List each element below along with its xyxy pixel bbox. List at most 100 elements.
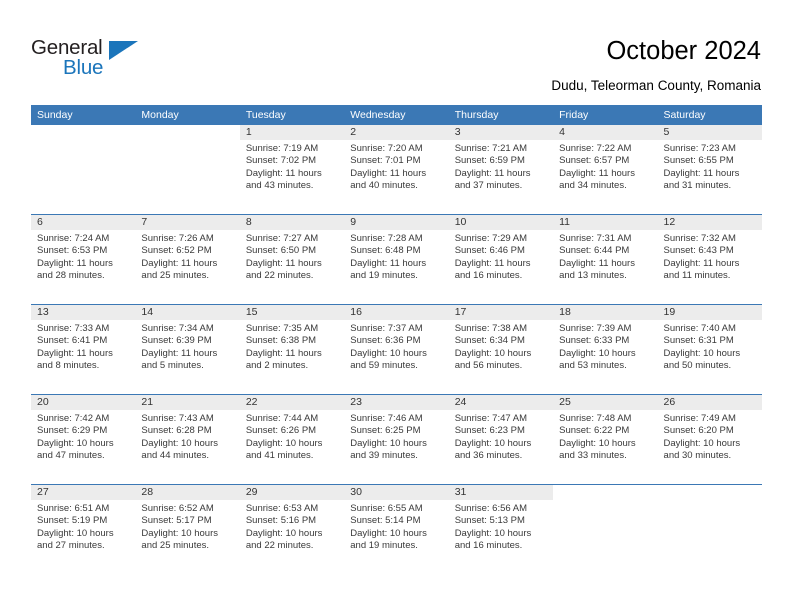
daylight-duration-line1: Daylight: 10 hours bbox=[454, 347, 532, 359]
daylight-duration-line2: and 8 minutes. bbox=[37, 360, 100, 372]
day-cell-inner: 30 Sunrise: 6:55 AM Sunset: 5:14 PM Dayligh… bbox=[344, 485, 449, 574]
calendar-day-cell[interactable]: 20 Sunrise: 7:42 AM Sunset: 6:29 PM Dayligh… bbox=[31, 394, 136, 485]
calendar-day-cell[interactable]: 26 Sunrise: 7:49 AM Sunset: 6:20 PM Dayligh… bbox=[657, 394, 762, 485]
day-number: 3 bbox=[448, 125, 554, 140]
day-cell-inner: 11 Sunrise: 7:31 AM Sunset: 6:44 PM Dayligh… bbox=[553, 215, 658, 304]
page-subtitle-location: Dudu, Teleorman County, Romania bbox=[551, 78, 761, 93]
daylight-duration-line2: and 27 minutes. bbox=[37, 540, 105, 552]
sunrise-time: Sunrise: 6:56 AM bbox=[454, 503, 528, 514]
day-number: 4 bbox=[553, 125, 658, 140]
calendar-day-cell[interactable]: 21 Sunrise: 7:43 AM Sunset: 6:28 PM Dayligh… bbox=[135, 394, 240, 485]
day-number: 5 bbox=[657, 125, 762, 140]
calendar-day-cell[interactable]: 6 Sunrise: 7:24 AM Sunset: 6:53 PM Daylight… bbox=[31, 214, 136, 305]
sunrise-time: Sunrise: 6:53 AM bbox=[245, 503, 319, 514]
calendar-day-cell[interactable]: 23 Sunrise: 7:46 AM Sunset: 6:25 PM Dayligh… bbox=[344, 394, 449, 485]
calendar-day-cell[interactable]: 2 Sunrise: 7:20 AM Sunset: 7:01 PM Daylight… bbox=[344, 125, 449, 215]
daylight-duration-line1: Daylight: 10 hours bbox=[559, 347, 636, 359]
daylight-duration-line2: and 33 minutes. bbox=[559, 450, 627, 462]
calendar-day-cell[interactable]: 5 Sunrise: 7:23 AM Sunset: 6:55 PM Daylight… bbox=[657, 125, 762, 215]
sunset-time: Sunset: 6:25 PM bbox=[350, 425, 421, 437]
sunset-time: Sunset: 6:26 PM bbox=[245, 425, 317, 437]
calendar-day-cell[interactable]: 10 Sunrise: 7:29 AM Sunset: 6:46 PM Dayligh… bbox=[448, 214, 554, 305]
daylight-duration-line1: Daylight: 10 hours bbox=[454, 527, 532, 539]
calendar-day-cell[interactable]: 9 Sunrise: 7:28 AM Sunset: 6:48 PM Daylight… bbox=[344, 214, 449, 305]
calendar-day-cell[interactable]: 14 Sunrise: 7:34 AM Sunset: 6:39 PM Dayligh… bbox=[135, 304, 240, 395]
calendar-day-cell[interactable]: 17 Sunrise: 7:38 AM Sunset: 6:34 PM Dayligh… bbox=[448, 304, 554, 395]
daylight-duration-line1: Daylight: 11 hours bbox=[350, 257, 427, 269]
day-sun-info: Sunrise: 6:56 AM Sunset: 5:13 PM Daylight:… bbox=[449, 500, 553, 553]
day-cell-inner: 12 Sunrise: 7:32 AM Sunset: 6:43 PM Dayligh… bbox=[657, 215, 762, 304]
day-sun-info: Sunrise: 6:55 AM Sunset: 5:14 PM Daylight:… bbox=[344, 500, 448, 553]
calendar-day-cell[interactable]: 22 Sunrise: 7:44 AM Sunset: 6:26 PM Dayligh… bbox=[239, 394, 345, 485]
page-title: October 2024 bbox=[606, 37, 761, 65]
day-cell-inner: 5 Sunrise: 7:23 AM Sunset: 6:55 PM Daylight… bbox=[657, 125, 762, 214]
sunset-time: Sunset: 6:28 PM bbox=[141, 425, 212, 437]
calendar-day-cell[interactable]: 29 Sunrise: 6:53 AM Sunset: 5:16 PM Dayligh… bbox=[239, 484, 345, 574]
daylight-duration-line2: and 13 minutes. bbox=[559, 270, 627, 282]
day-number: 17 bbox=[448, 305, 554, 320]
day-number: 23 bbox=[344, 395, 449, 410]
day-number: 16 bbox=[344, 305, 449, 320]
daylight-duration-line1: Daylight: 10 hours bbox=[37, 437, 114, 449]
daylight-duration-line1: Daylight: 11 hours bbox=[245, 257, 322, 269]
daylight-duration-line1: Daylight: 11 hours bbox=[454, 167, 531, 179]
daylight-duration-line1: Daylight: 10 hours bbox=[245, 437, 323, 449]
calendar-day-cell[interactable]: 19 Sunrise: 7:40 AM Sunset: 6:31 PM Dayligh… bbox=[657, 304, 762, 395]
daylight-duration-line1: Daylight: 11 hours bbox=[350, 167, 427, 179]
calendar-day-cell[interactable]: 24 Sunrise: 7:47 AM Sunset: 6:23 PM Dayligh… bbox=[448, 394, 554, 485]
calendar-day-cell[interactable]: 3 Sunrise: 7:21 AM Sunset: 6:59 PM Daylight… bbox=[448, 125, 554, 215]
day-number: 22 bbox=[239, 395, 345, 410]
calendar-day-cell[interactable]: 30 Sunrise: 6:55 AM Sunset: 5:14 PM Dayligh… bbox=[344, 484, 449, 574]
day-sun-info: Sunrise: 7:20 AM Sunset: 7:01 PM Daylight:… bbox=[344, 140, 448, 193]
calendar-day-cell[interactable]: 25 Sunrise: 7:48 AM Sunset: 6:22 PM Dayligh… bbox=[553, 394, 658, 485]
day-number: 26 bbox=[657, 395, 762, 410]
sunset-time: Sunset: 6:31 PM bbox=[663, 335, 734, 347]
sunrise-time: Sunrise: 7:20 AM bbox=[350, 143, 423, 154]
calendar-day-cell[interactable]: 4 Sunrise: 7:22 AM Sunset: 6:57 PM Daylight… bbox=[553, 125, 658, 215]
day-number: 9 bbox=[344, 215, 449, 230]
calendar-day-cell bbox=[553, 484, 658, 574]
day-cell-inner: 25 Sunrise: 7:48 AM Sunset: 6:22 PM Dayligh… bbox=[553, 395, 658, 484]
calendar-day-cell[interactable]: 1 Sunrise: 7:19 AM Sunset: 7:02 PM Daylight… bbox=[239, 125, 345, 215]
day-cell-inner: 28 Sunrise: 6:52 AM Sunset: 5:17 PM Dayligh… bbox=[135, 485, 240, 574]
sunset-time: Sunset: 6:34 PM bbox=[454, 335, 525, 347]
calendar-day-cell[interactable]: 27 Sunrise: 6:51 AM Sunset: 5:19 PM Dayligh… bbox=[31, 484, 136, 574]
calendar-day-cell[interactable]: 31 Sunrise: 6:56 AM Sunset: 5:13 PM Dayligh… bbox=[448, 484, 554, 574]
day-sun-info: Sunrise: 7:46 AM Sunset: 6:25 PM Daylight:… bbox=[344, 410, 448, 463]
general-blue-logo[interactable]: General Blue bbox=[31, 36, 161, 84]
daylight-duration-line1: Daylight: 11 hours bbox=[663, 167, 740, 179]
sunrise-time: Sunrise: 7:47 AM bbox=[454, 413, 528, 424]
calendar-page: General Blue October 2024 Dudu, Teleorma… bbox=[0, 0, 792, 612]
calendar-day-cell[interactable]: 16 Sunrise: 7:37 AM Sunset: 6:36 PM Dayligh… bbox=[344, 304, 449, 395]
daylight-duration-line2: and 16 minutes. bbox=[454, 270, 523, 282]
calendar-day-cell[interactable]: 13 Sunrise: 7:33 AM Sunset: 6:41 PM Dayligh… bbox=[31, 304, 136, 395]
day-number: 20 bbox=[31, 395, 136, 410]
day-number: 18 bbox=[553, 305, 658, 320]
calendar-day-cell[interactable]: 11 Sunrise: 7:31 AM Sunset: 6:44 PM Dayligh… bbox=[553, 214, 658, 305]
sunrise-time: Sunrise: 7:48 AM bbox=[559, 413, 632, 424]
day-cell-inner: 27 Sunrise: 6:51 AM Sunset: 5:19 PM Dayligh… bbox=[31, 485, 136, 574]
daylight-duration-line2: and 43 minutes. bbox=[245, 180, 314, 192]
daylight-duration-line1: Daylight: 10 hours bbox=[350, 437, 427, 449]
calendar-day-cell[interactable]: 18 Sunrise: 7:39 AM Sunset: 6:33 PM Dayligh… bbox=[553, 304, 658, 395]
calendar-day-cell[interactable]: 12 Sunrise: 7:32 AM Sunset: 6:43 PM Dayligh… bbox=[657, 214, 762, 305]
daylight-duration-line2: and 30 minutes. bbox=[663, 450, 732, 462]
day-cell-inner: 7 Sunrise: 7:26 AM Sunset: 6:52 PM Daylight… bbox=[135, 215, 240, 304]
day-sun-info: Sunrise: 7:24 AM Sunset: 6:53 PM Daylight:… bbox=[31, 230, 135, 283]
day-cell-inner: 9 Sunrise: 7:28 AM Sunset: 6:48 PM Daylight… bbox=[344, 215, 449, 304]
calendar-day-cell[interactable]: 15 Sunrise: 7:35 AM Sunset: 6:38 PM Dayligh… bbox=[239, 304, 345, 395]
day-number: 8 bbox=[239, 215, 345, 230]
sunset-time: Sunset: 6:38 PM bbox=[245, 335, 317, 347]
calendar-day-cell[interactable]: 8 Sunrise: 7:27 AM Sunset: 6:50 PM Daylight… bbox=[239, 214, 345, 305]
day-sun-info: Sunrise: 7:40 AM Sunset: 6:31 PM Daylight:… bbox=[658, 320, 762, 373]
day-number: 19 bbox=[657, 305, 762, 320]
sunrise-time: Sunrise: 7:35 AM bbox=[245, 323, 319, 334]
day-number: 7 bbox=[135, 215, 240, 230]
sunrise-time: Sunrise: 7:44 AM bbox=[245, 413, 319, 424]
daylight-duration-line2: and 19 minutes. bbox=[350, 540, 418, 552]
day-cell-inner: 26 Sunrise: 7:49 AM Sunset: 6:20 PM Dayligh… bbox=[657, 395, 762, 484]
calendar-day-cell[interactable]: 28 Sunrise: 6:52 AM Sunset: 5:17 PM Dayligh… bbox=[135, 484, 240, 574]
day-number bbox=[135, 125, 240, 140]
calendar-day-cell[interactable]: 7 Sunrise: 7:26 AM Sunset: 6:52 PM Daylight… bbox=[135, 214, 240, 305]
day-sun-info: Sunrise: 7:47 AM Sunset: 6:23 PM Daylight:… bbox=[449, 410, 553, 463]
